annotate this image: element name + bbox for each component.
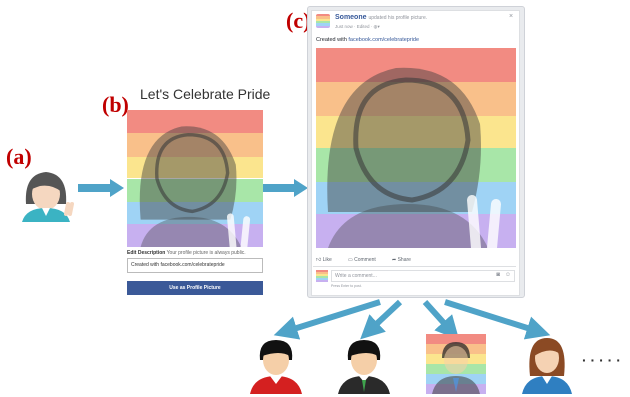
- thumbs-up-icon: 👍︎: [316, 257, 322, 263]
- post-avatar[interactable]: [316, 14, 330, 28]
- friend-rainbow-avatar: [426, 334, 486, 394]
- friend-red-avatar-icon: [250, 340, 302, 394]
- label-b: (b): [102, 92, 129, 117]
- edit-description-label: Edit Description: [127, 250, 166, 256]
- post-author[interactable]: Someone: [335, 14, 367, 21]
- girl-silhouette-icon: [139, 126, 251, 247]
- camera-icon[interactable]: ◙: [496, 272, 500, 278]
- comment-input[interactable]: Write a comment... ◙ ☺: [331, 270, 515, 282]
- post-action-text: updated his profile picture.: [368, 15, 428, 21]
- original-avatar-icon: [22, 172, 74, 222]
- smiley-icon[interactable]: ☺: [505, 272, 511, 278]
- share-action[interactable]: ➦ Share: [392, 257, 411, 263]
- comment-icon: ▭: [348, 257, 353, 263]
- edit-description-hint: Your profile picture is always public.: [166, 250, 246, 256]
- divider: [313, 266, 516, 267]
- created-with-prefix: Created with: [316, 37, 349, 43]
- commenter-avatar: [316, 270, 328, 282]
- friend-rainbow-person-icon: [432, 342, 480, 394]
- created-with-link[interactable]: facebook.com/celebratepride: [348, 37, 419, 43]
- like-action[interactable]: 👍︎ Like: [316, 257, 332, 263]
- arrow-b-to-c: [262, 179, 308, 197]
- globe-icon: ◍▾: [373, 24, 380, 29]
- arrow-a-to-b: [78, 179, 124, 197]
- tool-title: Let's Celebrate Pride: [140, 86, 271, 102]
- post-rainbow-image[interactable]: [316, 48, 516, 248]
- post-meta: Just now · Edited ·: [335, 24, 374, 29]
- girl-silhouette-large-icon: [327, 67, 501, 248]
- close-icon[interactable]: ×: [509, 13, 513, 20]
- ellipsis: · · · · ·: [582, 352, 621, 368]
- use-as-profile-picture-button[interactable]: Use as Profile Picture: [127, 281, 263, 295]
- press-enter-hint: Press Enter to post.: [331, 284, 362, 288]
- rainbow-preview: [127, 110, 263, 247]
- friend-woman-avatar-icon: [522, 338, 572, 394]
- friend-suit-avatar-icon: [338, 340, 390, 394]
- share-icon: ➦: [392, 257, 397, 263]
- caption-input[interactable]: Created with facebook.com/celebratepride: [127, 258, 263, 273]
- comment-action[interactable]: ▭ Comment: [348, 257, 376, 263]
